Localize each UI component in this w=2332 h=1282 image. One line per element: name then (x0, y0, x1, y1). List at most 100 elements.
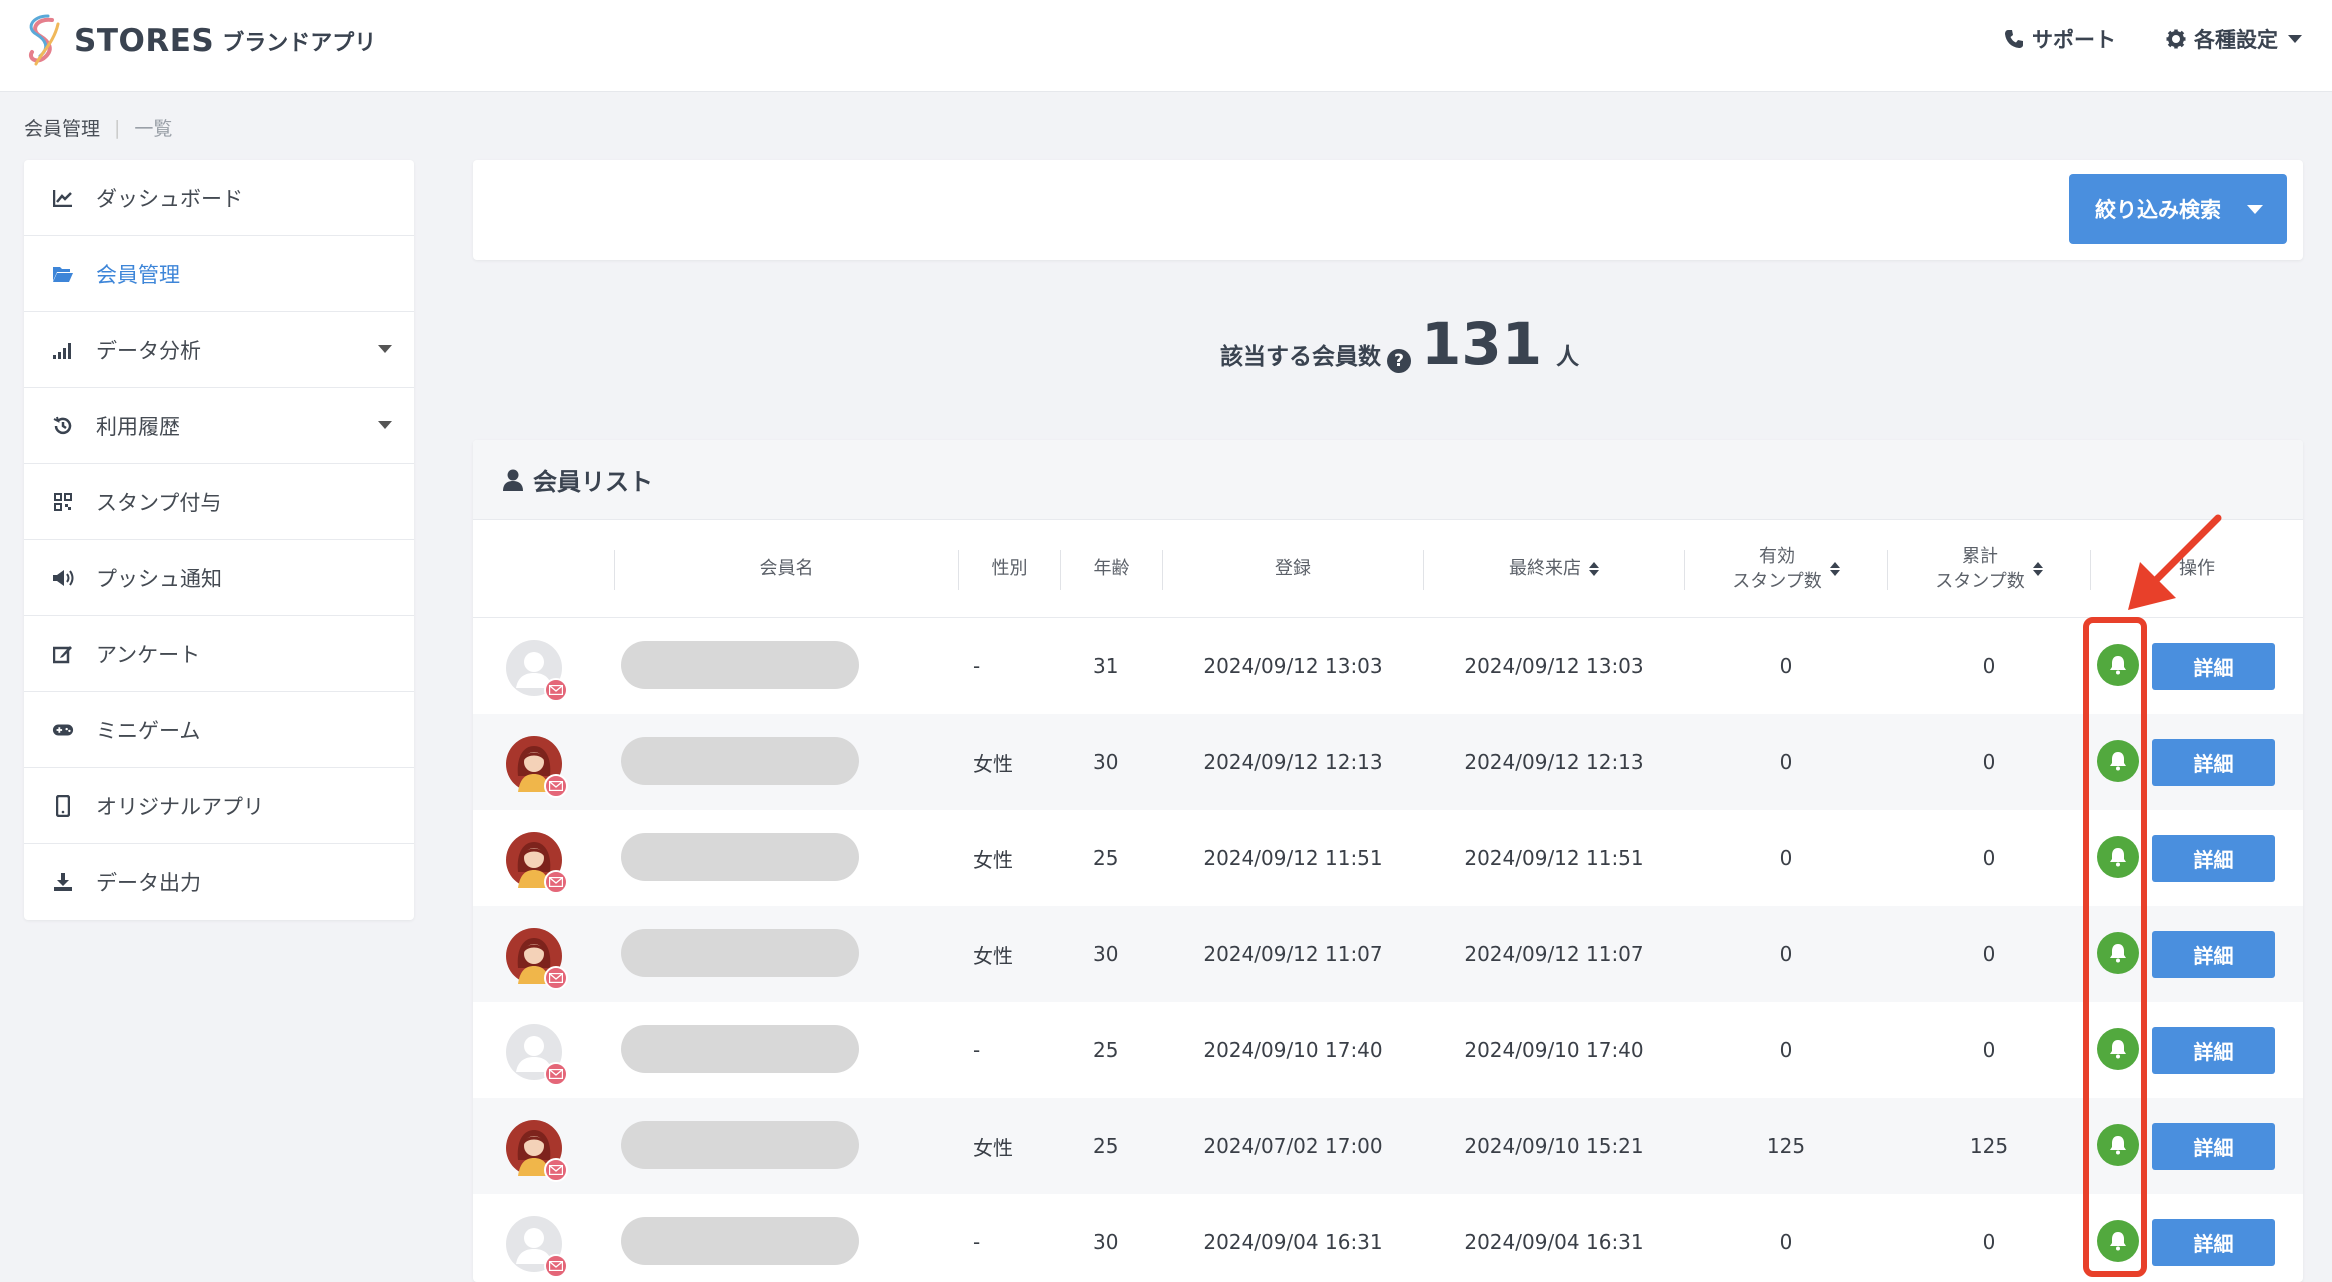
chevron-down-icon (378, 421, 392, 429)
avatar (506, 928, 568, 990)
phone-icon (2005, 30, 2023, 48)
breadcrumb-parent[interactable]: 会員管理 (24, 114, 100, 141)
sidebar-item-label: ダッシュボード (96, 186, 243, 211)
cell-age: 25 (1093, 1134, 1119, 1158)
chevron-down-icon (2247, 205, 2263, 214)
gamepad-icon (52, 719, 74, 741)
logo-text: STORES (74, 23, 215, 59)
column-header-registered: 登録 (1275, 558, 1311, 580)
avatar (506, 1024, 568, 1086)
cell-registered: 2024/09/12 12:13 (1203, 750, 1383, 774)
cell-gender: - (973, 654, 981, 678)
cell-valid-stamps: 0 (1779, 846, 1793, 870)
sidebar-item-label: スタンプ付与 (96, 490, 222, 515)
detail-button[interactable]: 詳細 (2152, 1027, 2275, 1074)
mail-icon (544, 774, 568, 798)
cell-total-stamps: 0 (1982, 750, 1996, 774)
sort-icon[interactable] (1589, 562, 1599, 576)
cell-last-visit: 2024/09/12 11:51 (1464, 846, 1644, 870)
table-row: - 31 2024/09/12 13:03 2024/09/12 13:03 0 0 詳細 (473, 618, 2303, 714)
table-header: 会員名 性別 年齢 登録 最終来店 有効 スタンプ数 累計 スタンプ数 操作 (473, 520, 2303, 618)
cell-gender: 女性 (973, 943, 1013, 968)
avatar (506, 736, 568, 798)
cell-last-visit: 2024/09/12 12:13 (1464, 750, 1644, 774)
signal-bars-icon (52, 339, 74, 361)
sidebar-item-minigame[interactable]: ミニゲーム (24, 692, 414, 768)
cell-last-visit: 2024/09/12 11:07 (1464, 942, 1644, 966)
column-header-valid-stamps[interactable]: 有効 スタンプ数 (1685, 520, 1887, 618)
sidebar-item-dashboard[interactable]: ダッシュボード (24, 160, 414, 236)
mail-icon (544, 870, 568, 894)
sidebar-item-history[interactable]: 利用履歴 (24, 388, 414, 464)
cell-registered: 2024/09/04 16:31 (1203, 1230, 1383, 1254)
cell-total-stamps: 0 (1982, 1230, 1996, 1254)
cell-gender: 女性 (973, 751, 1013, 776)
sidebar-item-stamp[interactable]: スタンプ付与 (24, 464, 414, 540)
annotation-arrow-icon (2128, 514, 2222, 610)
cell-age: 30 (1093, 1230, 1119, 1254)
edit-icon (52, 643, 74, 665)
mail-icon (544, 966, 568, 990)
detail-button[interactable]: 詳細 (2152, 931, 2275, 978)
column-header-name: 会員名 (759, 558, 814, 580)
member-name-redacted (621, 1025, 859, 1073)
member-name-redacted (621, 737, 859, 785)
chart-line-icon (52, 187, 74, 209)
mail-icon (544, 1062, 568, 1086)
sort-icon[interactable] (1829, 562, 1840, 576)
settings-menu[interactable]: 各種設定 (2166, 24, 2302, 54)
cell-valid-stamps: 0 (1779, 1038, 1793, 1062)
sidebar-item-survey[interactable]: アンケート (24, 616, 414, 692)
folder-open-icon (52, 263, 74, 285)
sort-icon[interactable] (2032, 562, 2043, 576)
avatar (506, 1216, 568, 1278)
chevron-down-icon (2288, 35, 2302, 43)
cell-last-visit: 2024/09/10 15:21 (1464, 1134, 1644, 1158)
mail-icon (544, 1254, 568, 1278)
cell-valid-stamps: 0 (1779, 750, 1793, 774)
cell-gender: 女性 (973, 1135, 1013, 1160)
table-row: 女性 25 2024/07/02 17:00 2024/09/10 15:21 125 1… (473, 1098, 2303, 1194)
sidebar-item-analytics[interactable]: データ分析 (24, 312, 414, 388)
help-icon[interactable]: ? (1387, 349, 1411, 373)
cell-registered: 2024/09/12 13:03 (1203, 654, 1383, 678)
sidebar-item-members[interactable]: 会員管理 (24, 236, 414, 312)
download-icon (52, 871, 74, 893)
sidebar-item-label: データ分析 (96, 338, 201, 363)
detail-button[interactable]: 詳細 (2152, 739, 2275, 786)
mail-icon (544, 678, 568, 702)
column-header-last-visit[interactable]: 最終来店 (1424, 520, 1684, 618)
filter-panel: 絞り込み検索 (473, 160, 2303, 260)
cell-age: 31 (1093, 654, 1119, 678)
support-label: サポート (2032, 28, 2116, 52)
logo[interactable]: STORES ブランドアプリ (22, 12, 376, 70)
cell-valid-stamps: 0 (1779, 654, 1793, 678)
member-list-panel: 会員リスト 会員名 性別 年齢 登録 最終来店 有効 スタンプ数 累計 スタンプ… (473, 440, 2303, 1282)
annotation-highlight-box (2083, 617, 2147, 1277)
detail-button[interactable]: 詳細 (2152, 643, 2275, 690)
cell-total-stamps: 0 (1982, 1038, 1996, 1062)
cell-total-stamps: 0 (1982, 942, 1996, 966)
sidebar-item-push[interactable]: プッシュ通知 (24, 540, 414, 616)
filter-search-button[interactable]: 絞り込み検索 (2069, 174, 2287, 244)
member-name-redacted (621, 833, 859, 881)
cell-last-visit: 2024/09/12 13:03 (1464, 654, 1644, 678)
logo-subtitle: ブランドアプリ (222, 31, 377, 56)
detail-button[interactable]: 詳細 (2152, 1219, 2275, 1266)
table-row: - 30 2024/09/04 16:31 2024/09/04 16:31 0 0 詳細 (473, 1194, 2303, 1282)
chevron-down-icon (378, 345, 392, 353)
table-row: 女性 25 2024/09/12 11:51 2024/09/12 11:51 0 0 詳細 (473, 810, 2303, 906)
cell-gender: - (973, 1230, 981, 1254)
sidebar-item-label: アンケート (96, 642, 201, 667)
breadcrumb-separator: | (114, 116, 121, 139)
sidebar-item-original-app[interactable]: オリジナルアプリ (24, 768, 414, 844)
cell-age: 25 (1093, 1038, 1119, 1062)
support-link[interactable]: サポート (2004, 24, 2116, 54)
stores-logo-icon (29, 14, 60, 66)
cell-age: 30 (1093, 750, 1119, 774)
column-header-total-stamps[interactable]: 累計 スタンプ数 (1888, 520, 2090, 618)
detail-button[interactable]: 詳細 (2152, 835, 2275, 882)
cell-registered: 2024/07/02 17:00 (1203, 1134, 1383, 1158)
sidebar-item-export[interactable]: データ出力 (24, 844, 414, 920)
detail-button[interactable]: 詳細 (2152, 1123, 2275, 1170)
